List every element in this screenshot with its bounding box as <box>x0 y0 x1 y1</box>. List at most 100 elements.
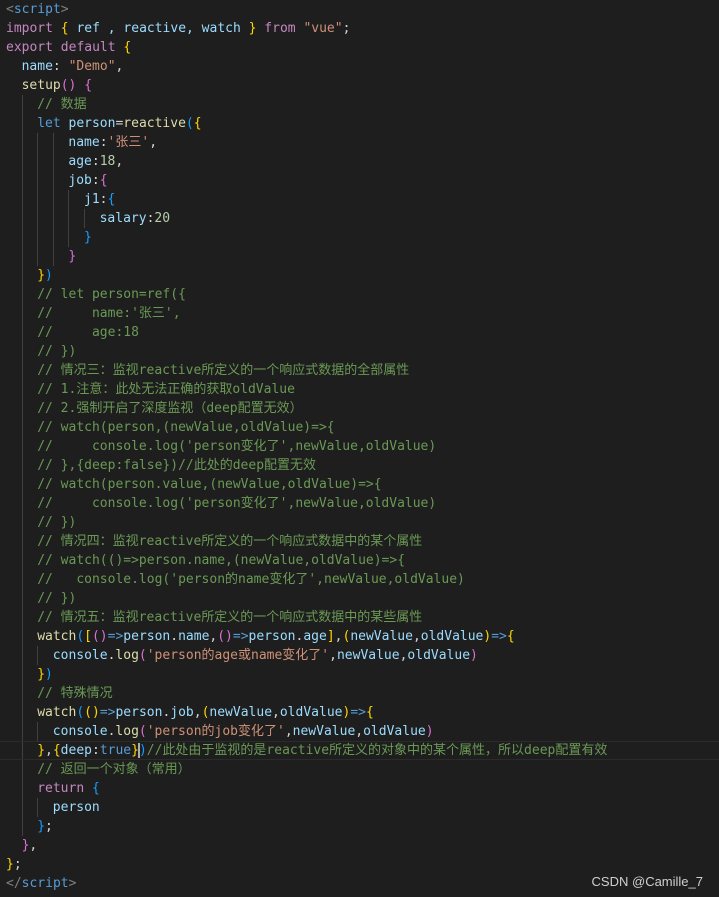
code-token: age <box>303 629 327 644</box>
code-line[interactable]: // 2.强制开启了深度监视（deep配置无效） <box>0 399 719 418</box>
code-token: => <box>491 629 507 644</box>
indent-guide <box>21 760 23 779</box>
indent-guide <box>37 798 39 817</box>
code-line[interactable]: // age:18 <box>0 323 719 342</box>
code-line[interactable]: } <box>0 247 719 266</box>
code-line[interactable]: import { ref , reactive, watch } from "v… <box>0 19 719 38</box>
code-line[interactable]: }, <box>0 836 719 855</box>
code-line[interactable]: }; <box>0 855 719 874</box>
code-token: , <box>272 705 280 720</box>
code-token: { <box>99 173 108 188</box>
indent-guide <box>21 171 23 190</box>
code-line[interactable]: // 情况五：监视reactive所定义的一个响应式数据中的某些属性 <box>0 608 719 627</box>
code-line[interactable]: // 情况三：监视reactive所定义的一个响应式数据的全部属性 <box>0 361 719 380</box>
indent-guide <box>21 589 23 608</box>
code-token: salary <box>99 211 147 226</box>
code-token: setup <box>21 78 61 93</box>
indent-guide <box>21 817 23 836</box>
code-token: , <box>329 648 337 663</box>
code-token: ) <box>138 743 147 758</box>
indent-guide <box>21 646 23 665</box>
code-line[interactable]: watch([()=>person.name,()=>person.age],(… <box>0 627 719 646</box>
code-line[interactable]: watch(()=>person.job,(newValue,oldValue)… <box>0 703 719 722</box>
code-line[interactable]: let person=reactive({ <box>0 114 719 133</box>
code-line[interactable]: // console.log('person变化了',newValue,oldV… <box>0 494 719 513</box>
code-token: // 2.强制开启了深度监视（deep配置无效） <box>37 401 303 416</box>
code-line[interactable]: }) <box>0 665 719 684</box>
code-line[interactable]: // watch(()=>person.name,(newValue,oldVa… <box>0 551 719 570</box>
code-line[interactable]: setup() { <box>0 76 719 95</box>
code-token: watch <box>37 629 77 644</box>
code-line[interactable]: }; <box>0 817 719 836</box>
code-line[interactable]: // 返回一个对象（常用） <box>0 760 719 779</box>
code-token: true <box>99 743 132 758</box>
code-line[interactable]: <script> <box>0 0 719 19</box>
code-token: // 情况三：监视reactive所定义的一个响应式数据的全部属性 <box>37 363 410 378</box>
code-token: person <box>123 629 171 644</box>
indent-guide <box>21 323 23 342</box>
code-token: { <box>52 743 61 758</box>
code-token: // console.log('person变化了',newValue,oldV… <box>37 496 437 511</box>
code-line[interactable]: j1:{ <box>0 190 719 209</box>
code-line[interactable]: // console.log('person变化了',newValue,oldV… <box>0 437 719 456</box>
code-line[interactable]: } <box>0 228 719 247</box>
code-token: // 情况四：监视reactive所定义的一个响应式数据中的某个属性 <box>37 534 423 549</box>
indent-guide <box>68 190 70 209</box>
code-line[interactable]: // watch(person,(newValue,oldValue)=>{ <box>0 418 719 437</box>
code-line[interactable]: },{deep:true})//此处由于监视的是reactive所定义的对象中的… <box>0 741 719 760</box>
code-token: export <box>6 40 53 55</box>
indent-guide <box>21 570 23 589</box>
code-token: "Demo" <box>68 59 116 74</box>
code-token: 20 <box>154 211 171 226</box>
code-token: oldValue <box>420 629 484 644</box>
watermark: CSDN @Camille_7 <box>591 874 703 889</box>
indent-guide <box>21 114 23 133</box>
code-line[interactable]: console.log('person的job变化了',newValue,old… <box>0 722 719 741</box>
code-line[interactable]: // console.log('person的name变化了',newValue… <box>0 570 719 589</box>
indent-guide <box>21 342 23 361</box>
code-line[interactable]: // 1.注意：此处无法正确的获取oldValue <box>0 380 719 399</box>
indent-guide <box>21 437 23 456</box>
indent-guide <box>21 627 23 646</box>
code-line[interactable]: name: "Demo", <box>0 57 719 76</box>
code-token: ( <box>76 705 85 720</box>
code-line[interactable]: }) <box>0 266 719 285</box>
code-token: => <box>232 629 249 644</box>
code-line[interactable]: // 特殊情况 <box>0 684 719 703</box>
code-line[interactable]: // }) <box>0 513 719 532</box>
code-line[interactable]: // }) <box>0 342 719 361</box>
code-token: } <box>84 230 92 245</box>
code-line[interactable]: // name:'张三', <box>0 304 719 323</box>
code-line[interactable]: age:18, <box>0 152 719 171</box>
code-line[interactable]: export default { <box>0 38 719 57</box>
code-line[interactable]: salary:20 <box>0 209 719 228</box>
indent-guide <box>21 95 23 114</box>
indent-guide <box>21 133 23 152</box>
indent-guide <box>68 209 70 228</box>
code-line[interactable]: // 情况四：监视reactive所定义的一个响应式数据中的某个属性 <box>0 532 719 551</box>
code-line[interactable]: return { <box>0 779 719 798</box>
code-token: 'person的age或name变化了' <box>146 648 330 663</box>
code-line[interactable]: // watch(person.value,(newValue,oldValue… <box>0 475 719 494</box>
code-line[interactable]: // },{deep:false})//此处的deep配置无效 <box>0 456 719 475</box>
code-line[interactable]: // let person=ref({ <box>0 285 719 304</box>
code-line[interactable]: job:{ <box>0 171 719 190</box>
indent-guide <box>21 380 23 399</box>
code-token: // 数据 <box>37 97 87 112</box>
code-line[interactable]: person <box>0 798 719 817</box>
indent-guide <box>84 209 85 228</box>
code-token: // 1.注意：此处无法正确的获取oldValue <box>37 382 295 397</box>
code-token: { <box>91 781 100 796</box>
code-editor[interactable]: <script> import { ref , reactive, watch }… <box>0 0 719 897</box>
indent-guide <box>21 247 23 266</box>
code-token: name <box>21 59 53 74</box>
code-token: ; <box>13 857 22 872</box>
code-line[interactable]: console.log('person的age或name变化了',newValu… <box>0 646 719 665</box>
code-token: person <box>68 116 116 131</box>
code-line[interactable]: // 数据 <box>0 95 719 114</box>
indent-guide <box>21 608 23 627</box>
code-line[interactable]: // }) <box>0 589 719 608</box>
code-token: , <box>355 724 364 739</box>
code-line[interactable]: name:'张三', <box>0 133 719 152</box>
code-token: console <box>52 724 108 739</box>
